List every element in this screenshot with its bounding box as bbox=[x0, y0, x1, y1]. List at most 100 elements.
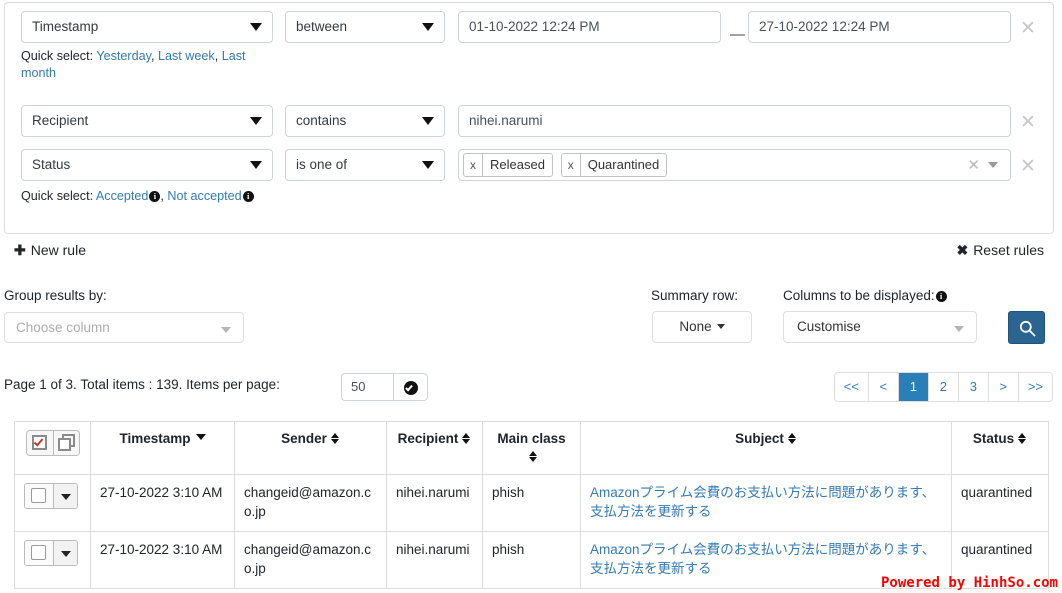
summary-row-select[interactable]: None bbox=[652, 311, 752, 343]
rule-2-field-value: Recipient bbox=[32, 113, 89, 128]
watermark: Powered by HinhSo.com bbox=[880, 575, 1058, 591]
rule-3-field-select[interactable]: Status bbox=[21, 149, 273, 181]
rule-3-remove-icon[interactable]: ✕ bbox=[1020, 157, 1036, 176]
filter-rule-recipient: Recipient contains nihei.narumi ✕ bbox=[5, 105, 1053, 139]
row-subject-cell: Amazonプライム会費のお支払い方法に問題があります、支払方法を更新する bbox=[580, 474, 952, 532]
row-main-class: phish bbox=[482, 531, 581, 589]
cross-icon: ✖ bbox=[956, 242, 969, 258]
table-header-timestamp[interactable]: Timestamp bbox=[90, 421, 235, 475]
info-icon[interactable]: i bbox=[149, 191, 161, 202]
quick-link-yesterday[interactable]: Yesterday bbox=[96, 49, 151, 63]
chevron-down-icon bbox=[422, 161, 434, 169]
select-buttons-group bbox=[25, 430, 80, 456]
row-select-group bbox=[24, 483, 78, 509]
table-header-main-class-label: Main class bbox=[497, 431, 566, 446]
table-row: 27-10-2022 3:10 AM changeid@amazon.co.jp… bbox=[14, 474, 1049, 532]
search-button[interactable] bbox=[1008, 311, 1045, 344]
chevron-down-icon bbox=[250, 23, 262, 31]
select-copy-button[interactable] bbox=[52, 431, 79, 455]
info-icon[interactable]: i bbox=[242, 191, 254, 202]
filter-rule-timestamp: Timestamp between 01-10-2022 12:24 PM — … bbox=[5, 11, 1053, 45]
row-checkbox[interactable] bbox=[25, 541, 53, 565]
sort-icon[interactable] bbox=[1018, 432, 1027, 445]
table-header-subject[interactable]: Subject bbox=[580, 421, 952, 475]
rule-2-value-input[interactable]: nihei.narumi bbox=[458, 105, 1011, 137]
status-tag-released: x Released bbox=[463, 153, 553, 177]
rule-3-operator-select[interactable]: is one of bbox=[285, 149, 445, 181]
page-first-button[interactable]: << bbox=[834, 373, 869, 401]
rule-1-quick-select: Quick select: Yesterday, Last week, Last… bbox=[21, 49, 246, 80]
row-actions-dropdown[interactable] bbox=[53, 541, 77, 565]
status-tag-quarantined: x Quarantined bbox=[560, 153, 668, 177]
rule-2-operator-value: contains bbox=[296, 113, 347, 128]
reset-rules-label: Reset rules bbox=[973, 242, 1044, 258]
rule-3-status-multiselect[interactable]: x Released x Quarantined ✕ bbox=[458, 149, 1011, 181]
row-status: quarantined bbox=[951, 474, 1049, 532]
date-range-separator: — bbox=[730, 26, 745, 43]
multiselect-clear-icon[interactable]: ✕ bbox=[967, 156, 980, 174]
page-next-button[interactable]: > bbox=[988, 373, 1019, 401]
row-checkbox[interactable] bbox=[25, 484, 53, 508]
filter-rules-panel: Timestamp between 01-10-2022 12:24 PM — … bbox=[4, 2, 1054, 234]
status-tag-quarantined-remove-icon[interactable]: x bbox=[562, 154, 581, 176]
sort-icon[interactable] bbox=[787, 432, 797, 445]
table-header-main-class[interactable]: Main class bbox=[482, 421, 581, 475]
rule-2-field-select[interactable]: Recipient bbox=[21, 105, 273, 137]
table-header-sender[interactable]: Sender bbox=[234, 421, 387, 475]
sort-desc-icon[interactable] bbox=[195, 434, 206, 440]
chevron-down-icon bbox=[716, 324, 725, 330]
reset-rules-button[interactable]: ✖ Reset rules bbox=[956, 242, 1044, 259]
chevron-down-icon bbox=[61, 551, 71, 557]
sort-icon[interactable] bbox=[330, 432, 340, 445]
items-per-page-apply-button[interactable] bbox=[394, 373, 428, 401]
checkbox-icon bbox=[31, 545, 46, 560]
table-header-sender-label: Sender bbox=[281, 431, 327, 446]
rule-2-remove-icon[interactable]: ✕ bbox=[1020, 113, 1036, 132]
rule-1-date-from-input[interactable]: 01-10-2022 12:24 PM bbox=[458, 11, 721, 43]
quick-select-label: Quick select: bbox=[21, 189, 94, 203]
multiselect-chevron-down-icon[interactable] bbox=[988, 162, 998, 168]
rule-1-operator-select[interactable]: between bbox=[285, 11, 445, 43]
checkbox-icon bbox=[31, 488, 46, 503]
quick-link-accepted[interactable]: Accepted bbox=[96, 189, 149, 203]
columns-customise-select[interactable]: Customise bbox=[783, 311, 977, 343]
row-recipient: nihei.narumi bbox=[386, 474, 483, 532]
row-select-group bbox=[24, 540, 78, 566]
items-per-page-input[interactable]: 50 bbox=[341, 373, 394, 401]
rule-2-value: nihei.narumi bbox=[469, 113, 543, 128]
row-actions-dropdown[interactable] bbox=[53, 484, 77, 508]
new-rule-button[interactable]: ✚ New rule bbox=[14, 242, 86, 259]
quick-link-last-week[interactable]: Last week bbox=[158, 49, 215, 63]
items-per-page-value: 50 bbox=[351, 379, 366, 394]
new-rule-label: New rule bbox=[30, 242, 86, 258]
table-header-status[interactable]: Status bbox=[951, 421, 1049, 475]
plus-icon: ✚ bbox=[14, 242, 26, 258]
status-tag-released-remove-icon[interactable]: x bbox=[464, 154, 483, 176]
chevron-down-icon bbox=[221, 327, 231, 333]
group-column-select[interactable]: Choose column bbox=[4, 312, 244, 343]
page-1-button[interactable]: 1 bbox=[898, 373, 929, 401]
rule-1-remove-icon[interactable]: ✕ bbox=[1020, 19, 1036, 38]
rules-actions: ✚ New rule ✖ Reset rules bbox=[14, 242, 1044, 266]
select-all-button[interactable] bbox=[26, 431, 53, 455]
rule-1-field-select[interactable]: Timestamp bbox=[21, 11, 273, 43]
table-header-subject-label: Subject bbox=[735, 431, 784, 446]
page-last-button[interactable]: >> bbox=[1018, 373, 1052, 401]
page-3-button[interactable]: 3 bbox=[958, 373, 989, 401]
table-header-recipient[interactable]: Recipient bbox=[386, 421, 483, 475]
summary-row-value: None bbox=[679, 319, 712, 334]
page-2-button[interactable]: 2 bbox=[928, 373, 959, 401]
copy-stack-front bbox=[57, 438, 71, 451]
rule-2-operator-select[interactable]: contains bbox=[285, 105, 445, 137]
row-timestamp: 27-10-2022 3:10 AM bbox=[90, 531, 235, 589]
info-icon[interactable]: i bbox=[935, 291, 947, 302]
rule-1-date-to-input[interactable]: 27-10-2022 12:24 PM bbox=[748, 11, 1011, 43]
chevron-down-icon bbox=[250, 117, 262, 125]
sort-icon[interactable] bbox=[462, 432, 471, 445]
sort-icon[interactable] bbox=[529, 450, 538, 463]
row-subject-link[interactable]: Amazonプライム会費のお支払い方法に問題があります、支払方法を更新する bbox=[590, 485, 935, 519]
row-sender: changeid@amazon.co.jp bbox=[234, 531, 387, 589]
quick-link-not-accepted[interactable]: Not accepted bbox=[167, 189, 241, 203]
page-prev-button[interactable]: < bbox=[868, 373, 899, 401]
row-subject-link[interactable]: Amazonプライム会費のお支払い方法に問題があります、支払方法を更新する bbox=[590, 542, 935, 576]
